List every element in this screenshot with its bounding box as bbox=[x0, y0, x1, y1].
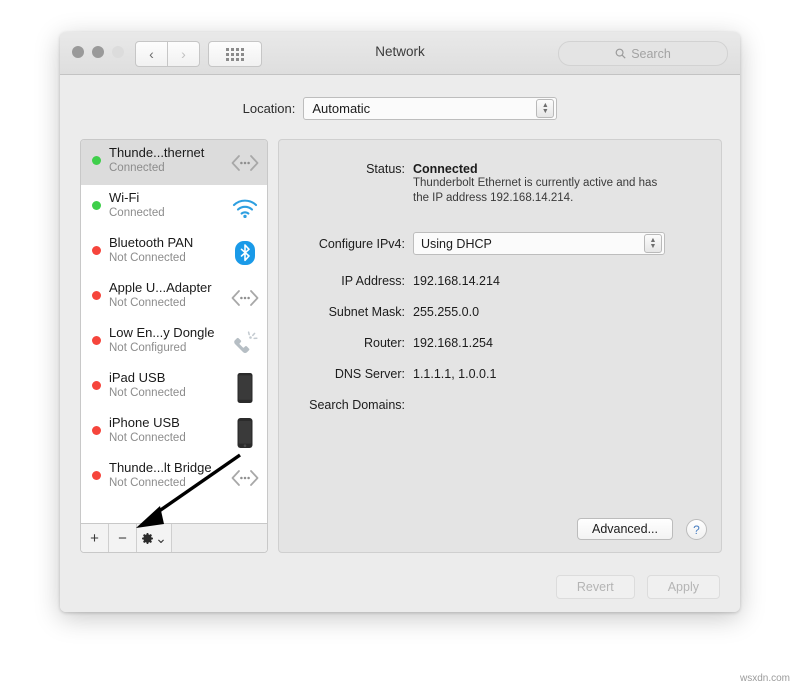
watermark: wsxdn.com bbox=[740, 673, 790, 684]
configure-ipv4-label: Configure IPv4: bbox=[279, 237, 405, 251]
toolbar-filler bbox=[172, 524, 267, 552]
service-icon bbox=[230, 374, 260, 402]
network-info-row: Router: 192.168.1.254 bbox=[279, 336, 493, 350]
screenshot-root: ‹ › Network Search bbox=[0, 0, 800, 692]
configure-ipv4-row: Configure IPv4: Using DHCP ▲ ▼ bbox=[279, 232, 665, 255]
sidebar-toolbar: + − ⌄ bbox=[81, 523, 267, 552]
search-placeholder: Search bbox=[631, 47, 671, 61]
status-dot bbox=[92, 381, 101, 390]
phone-icon bbox=[231, 331, 259, 355]
service-icon bbox=[230, 284, 260, 312]
service-icon bbox=[230, 239, 260, 267]
status-value: Connected bbox=[413, 162, 478, 176]
info-label: DNS Server: bbox=[279, 367, 405, 381]
ethernet-icon bbox=[230, 469, 260, 487]
search-icon bbox=[615, 48, 626, 59]
location-value: Automatic bbox=[304, 101, 370, 116]
network-service-row[interactable]: Thunde...thernetConnected bbox=[81, 140, 267, 185]
iphone-icon bbox=[235, 417, 255, 449]
network-service-row[interactable]: iPhone USBNot Connected bbox=[81, 410, 267, 455]
network-info-row: Subnet Mask: 255.255.0.0 bbox=[279, 305, 479, 319]
status-help-text: Thunderbolt Ethernet is currently active… bbox=[413, 176, 673, 206]
location-stepper-icon[interactable]: ▲ ▼ bbox=[536, 99, 554, 118]
network-info-row: DNS Server: 1.1.1.1, 1.0.0.1 bbox=[279, 367, 496, 381]
info-value: 1.1.1.1, 1.0.0.1 bbox=[413, 367, 496, 381]
ethernet-icon bbox=[230, 154, 260, 172]
service-icon bbox=[230, 194, 260, 222]
chevron-down-icon: ⌄ bbox=[155, 530, 167, 547]
location-label: Location: bbox=[243, 101, 296, 116]
status-dot bbox=[92, 156, 101, 165]
status-dot bbox=[92, 246, 101, 255]
add-service-button[interactable]: + bbox=[81, 524, 109, 552]
configure-ipv4-value: Using DHCP bbox=[414, 237, 492, 251]
status-dot bbox=[92, 471, 101, 480]
configure-ipv4-stepper-icon[interactable]: ▲ ▼ bbox=[644, 234, 662, 253]
gear-icon bbox=[141, 532, 154, 545]
network-service-row[interactable]: Thunde...lt BridgeNot Connected bbox=[81, 455, 267, 500]
info-label: Subnet Mask: bbox=[279, 305, 405, 319]
location-row: Location: Automatic ▲ ▼ bbox=[60, 97, 740, 120]
network-service-row[interactable]: Wi-FiConnected bbox=[81, 185, 267, 230]
info-label: IP Address: bbox=[279, 274, 405, 288]
status-dot bbox=[92, 201, 101, 210]
configure-ipv4-select[interactable]: Using DHCP ▲ ▼ bbox=[413, 232, 665, 255]
search-input[interactable]: Search bbox=[558, 41, 728, 66]
minus-icon: − bbox=[118, 530, 127, 547]
wifi-icon bbox=[232, 198, 258, 218]
location-select[interactable]: Automatic ▲ ▼ bbox=[303, 97, 557, 120]
status-label: Status: bbox=[279, 162, 405, 176]
revert-button[interactable]: Revert bbox=[556, 575, 635, 599]
action-menu-button[interactable]: ⌄ bbox=[137, 524, 172, 552]
network-info-row: Search Domains: bbox=[279, 398, 413, 412]
service-icon bbox=[230, 329, 260, 357]
remove-service-button[interactable]: − bbox=[109, 524, 137, 552]
info-label: Router: bbox=[279, 336, 405, 350]
footer-buttons: Revert Apply bbox=[556, 575, 720, 599]
window-titlebar: ‹ › Network Search bbox=[60, 32, 740, 75]
network-preferences-window: ‹ › Network Search bbox=[60, 32, 740, 612]
plus-icon: + bbox=[90, 530, 99, 547]
network-info-row: IP Address: 192.168.14.214 bbox=[279, 274, 500, 288]
info-label: Search Domains: bbox=[279, 398, 405, 412]
status-dot bbox=[92, 426, 101, 435]
info-value: 192.168.1.254 bbox=[413, 336, 493, 350]
service-icon bbox=[230, 149, 260, 177]
stepper-down-icon: ▼ bbox=[542, 109, 549, 115]
window-body: Location: Automatic ▲ ▼ Thunde...thernet… bbox=[60, 75, 740, 612]
network-service-row[interactable]: Apple U...AdapterNot Connected bbox=[81, 275, 267, 320]
advanced-button[interactable]: Advanced... bbox=[577, 518, 673, 540]
info-value: 192.168.14.214 bbox=[413, 274, 500, 288]
info-value: 255.255.0.0 bbox=[413, 305, 479, 319]
apply-button[interactable]: Apply bbox=[647, 575, 720, 599]
network-services-list[interactable]: Thunde...thernetConnectedWi-FiConnectedB… bbox=[81, 140, 267, 522]
status-dot bbox=[92, 336, 101, 345]
network-service-row[interactable]: iPad USBNot Connected bbox=[81, 365, 267, 410]
service-icon bbox=[230, 419, 260, 447]
help-button[interactable]: ? bbox=[686, 519, 707, 540]
service-detail-panel: Status: Connected Thunderbolt Ethernet i… bbox=[278, 139, 722, 553]
ipad-icon bbox=[235, 372, 255, 404]
status-row: Status: Connected bbox=[279, 162, 478, 176]
bluetooth-icon bbox=[234, 240, 256, 266]
network-services-sidebar: Thunde...thernetConnectedWi-FiConnectedB… bbox=[80, 139, 268, 553]
ethernet-icon bbox=[230, 289, 260, 307]
stepper-down-icon: ▼ bbox=[650, 244, 657, 250]
network-service-row[interactable]: Low En...y DongleNot Configured bbox=[81, 320, 267, 365]
service-icon bbox=[230, 464, 260, 492]
status-dot bbox=[92, 291, 101, 300]
network-service-row[interactable]: Bluetooth PANNot Connected bbox=[81, 230, 267, 275]
